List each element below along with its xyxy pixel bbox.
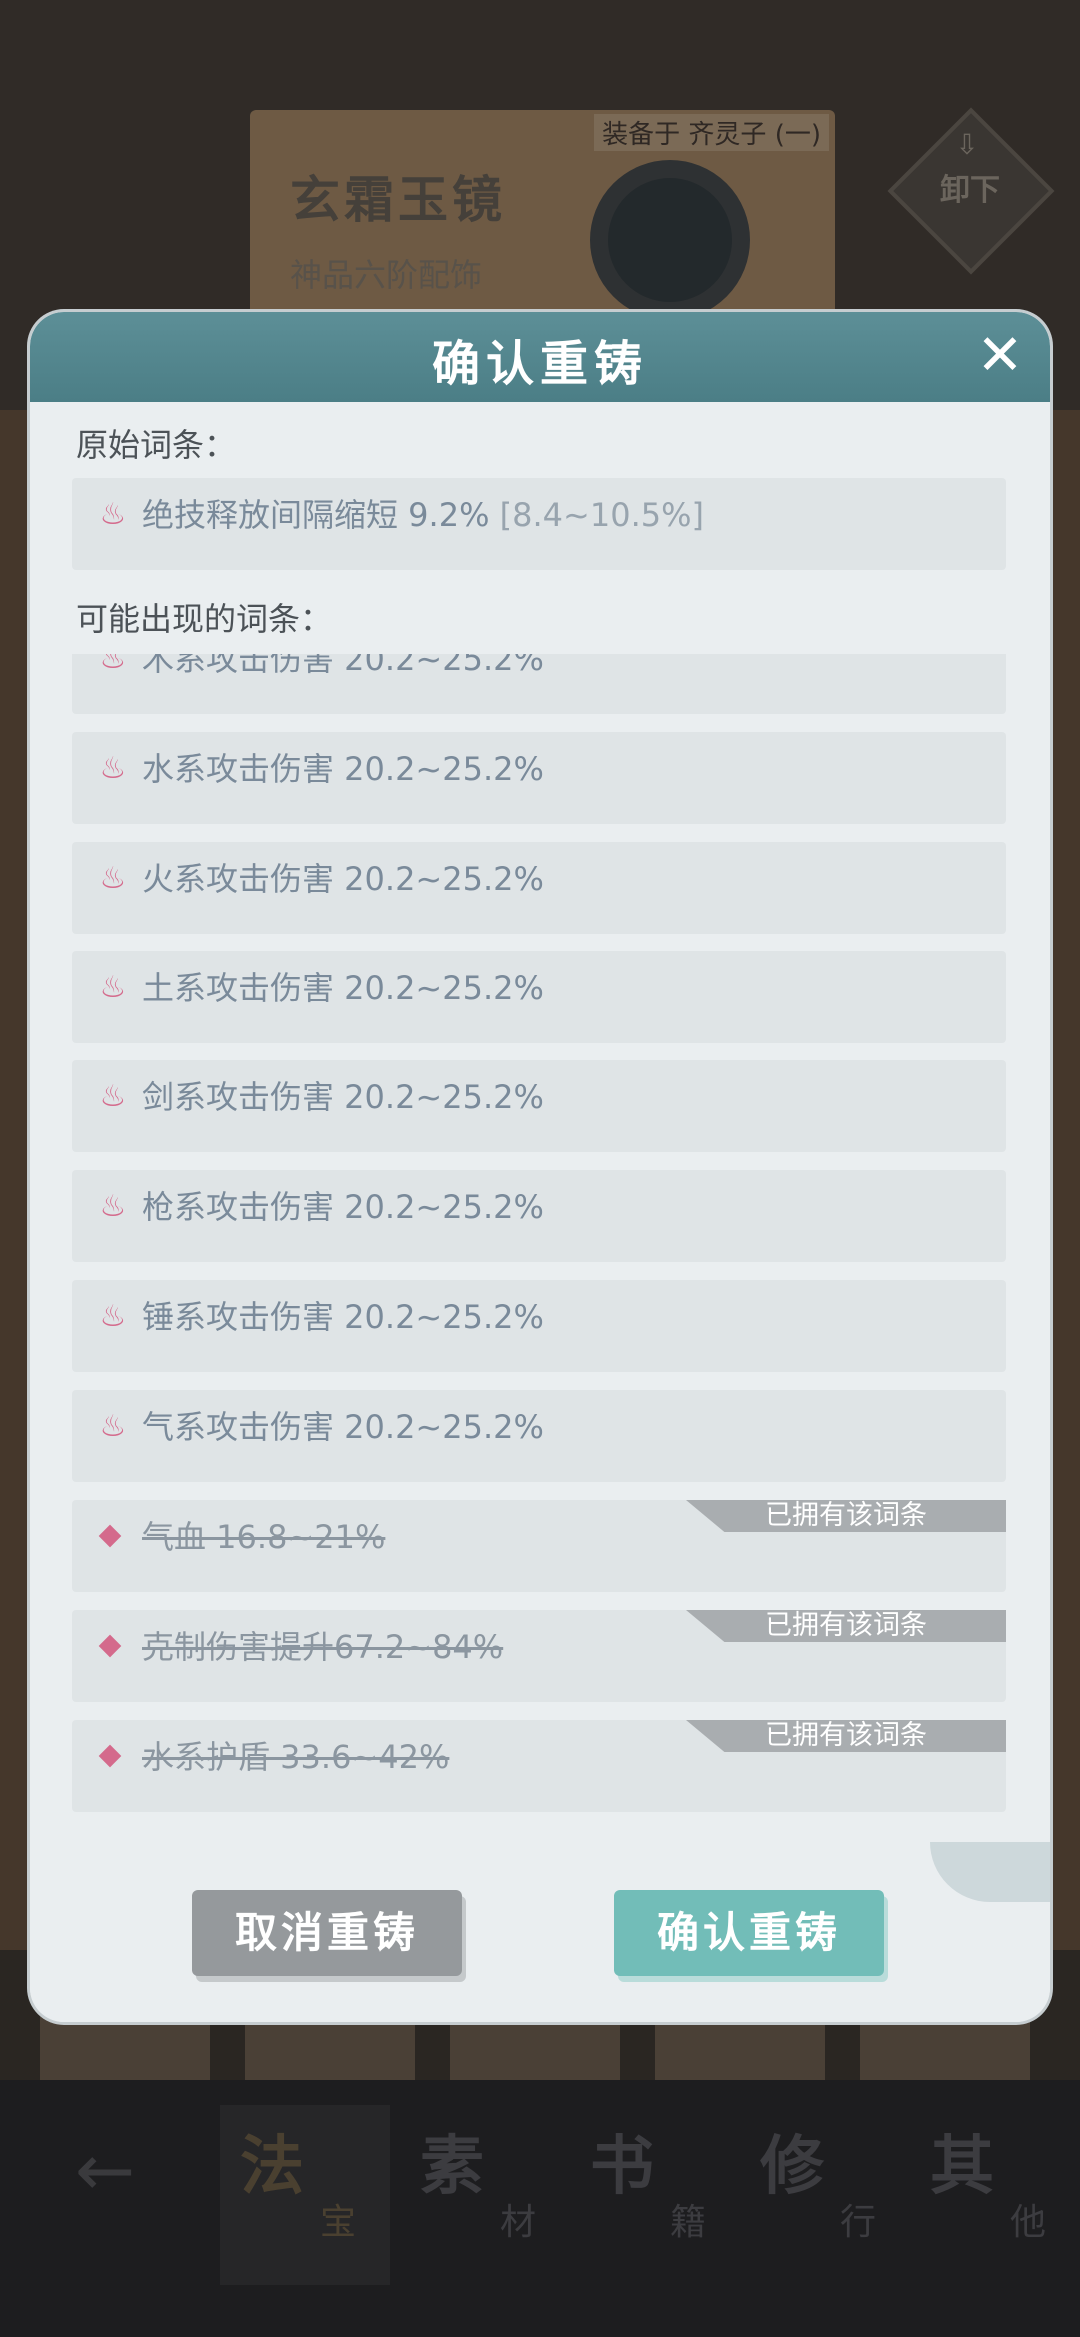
tab-sublabel: 籍: [670, 2202, 707, 2243]
entry-text: 锤系攻击伤害 20.2~25.2%: [142, 1298, 544, 1336]
entry-text: 枪系攻击伤害 20.2~25.2%: [142, 1188, 544, 1226]
flame-icon: ♨: [99, 654, 127, 676]
tab-label: 素: [420, 2130, 484, 2204]
equip-image: [590, 160, 750, 320]
tab-label: 其: [930, 2130, 994, 2204]
tab-label: 修: [760, 2130, 824, 2204]
dialog-footer: [30, 1867, 1050, 2022]
equip-owner: 装备于 齐灵子 (一): [594, 114, 829, 151]
list-item: ♨ 锤系攻击伤害 20.2~25.2%: [72, 1280, 1006, 1372]
entry-range: [8.4~10.5%]: [499, 496, 704, 534]
diamond-icon: [98, 1524, 122, 1548]
entry-text: 水系护盾 33.6~42%: [142, 1738, 450, 1776]
entry-text: 气血 16.8~21%: [142, 1518, 386, 1556]
tab-sublabel: 宝: [320, 2202, 357, 2243]
possible-entries-label: 可能出现的词条：: [76, 600, 333, 638]
inventory-slot: [450, 2010, 620, 2090]
flame-icon: ♨: [99, 861, 127, 896]
entry-text: 克制伤害提升67.2~84%: [142, 1628, 504, 1666]
equip-name: 玄霜玉镜: [290, 171, 506, 229]
entry-text: 火系攻击伤害 20.2~25.2%: [142, 860, 544, 898]
background-panel-right: [1050, 410, 1080, 1950]
list-item: ♨ 木系攻击伤害 20.2~25.2%: [72, 654, 1006, 714]
entry-text: 气系攻击伤害 20.2~25.2%: [142, 1408, 544, 1446]
entry-text: 土系攻击伤害 20.2~25.2%: [142, 969, 544, 1007]
tab-xiuxing: 修 行: [740, 2105, 910, 2285]
inventory-slot: [245, 2010, 415, 2090]
list-item-owned: 克制伤害提升67.2~84% 已拥有该词条: [72, 1610, 1006, 1702]
owned-badge: 已拥有该词条: [686, 1720, 1006, 1752]
possible-entries-list[interactable]: ♨ 木系攻击伤害 20.2~25.2% ♨ 水系攻击伤害 20.2~25.2% …: [30, 654, 1050, 1904]
entry-text: 剑系攻击伤害 20.2~25.2%: [142, 1078, 544, 1116]
list-item: ♨ 火系攻击伤害 20.2~25.2%: [72, 842, 1006, 934]
confirm-reforge-button[interactable]: 确认重铸: [614, 1890, 884, 1976]
flame-icon: ♨: [99, 970, 127, 1005]
tab-shuji: 书 籍: [570, 2105, 740, 2285]
tab-sublabel: 行: [840, 2202, 877, 2243]
owned-badge: 已拥有该词条: [686, 1500, 1006, 1532]
list-item: ♨ 土系攻击伤害 20.2~25.2%: [72, 951, 1006, 1043]
unequip-label: 卸下: [940, 173, 1000, 208]
equip-grade: 神品六阶配饰: [290, 256, 483, 294]
flame-icon: ♨: [99, 1409, 127, 1444]
diamond-icon: [98, 1744, 122, 1768]
tab-label: 书: [590, 2130, 654, 2204]
original-entry: ♨ 绝技释放间隔缩短 9.2% [8.4~10.5%]: [72, 478, 1006, 570]
list-item: ♨ 气系攻击伤害 20.2~25.2%: [72, 1390, 1006, 1482]
back-arrow-icon: ←: [74, 2128, 136, 2212]
entry-text: 水系攻击伤害 20.2~25.2%: [142, 750, 544, 788]
flame-icon: ♨: [99, 1189, 127, 1224]
inventory-slot: [655, 2010, 825, 2090]
flame-icon: ♨: [99, 1299, 127, 1334]
tab-label: 法: [240, 2130, 304, 2204]
reforge-dialog: 确认重铸 ✕ 原始词条： ♨ 绝技释放间隔缩短 9.2% [8.4~10.5%]…: [30, 312, 1050, 2022]
inventory-slot: [40, 2010, 210, 2090]
tab-sublabel: 他: [1010, 2202, 1047, 2243]
list-item: ♨ 枪系攻击伤害 20.2~25.2%: [72, 1170, 1006, 1262]
flame-icon: ♨: [99, 1079, 127, 1114]
flame-icon: ♨: [99, 497, 127, 532]
original-entries-label: 原始词条：: [76, 426, 237, 464]
list-item-owned: 水系护盾 33.6~42% 已拥有该词条: [72, 1720, 1006, 1812]
entry-text: 木系攻击伤害 20.2~25.2%: [142, 654, 544, 678]
cancel-reforge-button[interactable]: 取消重铸: [192, 1890, 462, 1976]
diamond-icon: [98, 1634, 122, 1658]
list-item: ♨ 剑系攻击伤害 20.2~25.2%: [72, 1060, 1006, 1152]
background-panel-left: [0, 410, 30, 1950]
tab-sucai: 素 材: [400, 2105, 570, 2285]
dialog-header: 确认重铸 ✕: [30, 312, 1050, 402]
tab-qita: 其 他: [910, 2105, 1080, 2285]
tab-fabao: 法 宝: [220, 2105, 390, 2285]
list-item: ♨ 水系攻击伤害 20.2~25.2%: [72, 732, 1006, 824]
list-item-owned: 气血 16.8~21% 已拥有该词条: [72, 1500, 1006, 1592]
owned-badge: 已拥有该词条: [686, 1610, 1006, 1642]
flame-icon: ♨: [99, 751, 127, 786]
tab-sublabel: 材: [500, 2202, 537, 2243]
inventory-slot: [860, 2010, 1030, 2090]
unequip-icon: ⇩: [955, 128, 979, 161]
close-icon[interactable]: ✕: [968, 324, 1032, 388]
entry-text: 绝技释放间隔缩短 9.2%: [142, 496, 490, 534]
dialog-title: 确认重铸: [431, 336, 648, 392]
